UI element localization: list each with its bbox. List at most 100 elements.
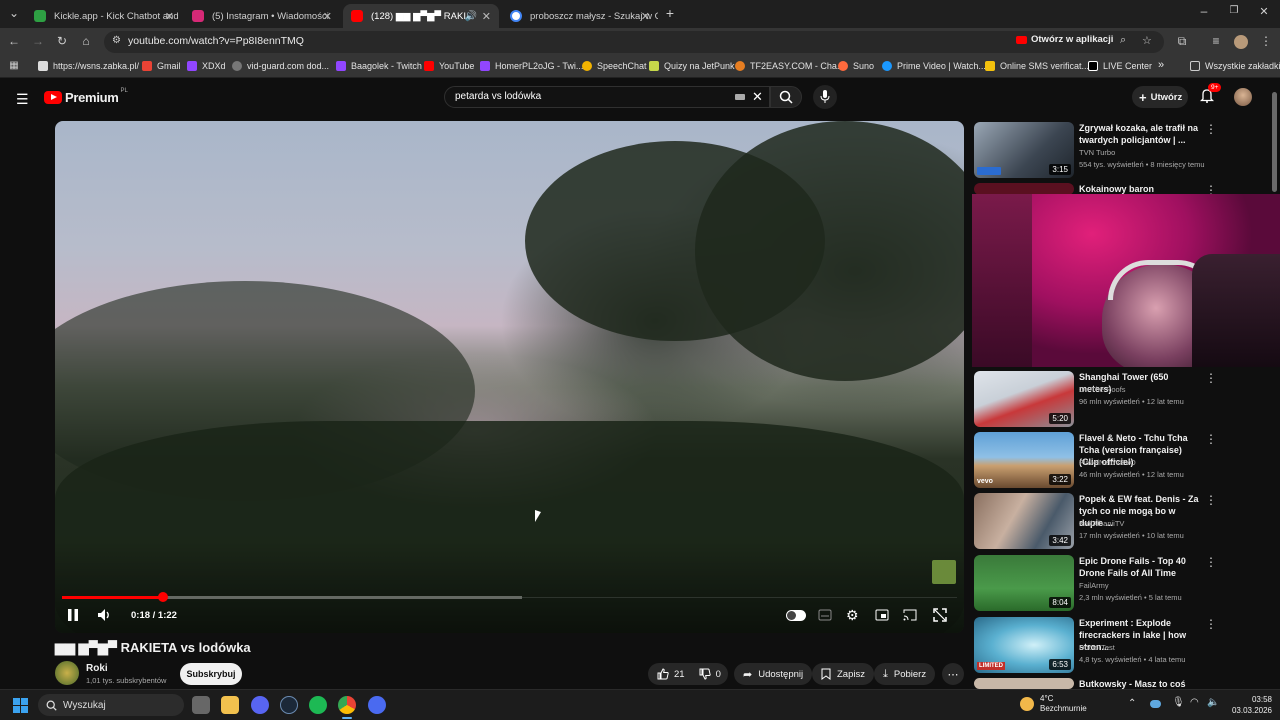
bookmark-speechchat[interactable]: SpeechChat bbox=[582, 61, 647, 71]
channel-name[interactable]: Roki bbox=[86, 663, 108, 674]
bookmark-suno[interactable]: Suno bbox=[838, 61, 874, 71]
bookmark-zabka[interactable]: https://wsns.zabka.pl/ bbox=[38, 61, 139, 71]
steam-icon[interactable] bbox=[280, 696, 298, 714]
bookmark-homer[interactable]: HomerPL2oJG - Twi... bbox=[480, 61, 583, 71]
autoplay-toggle[interactable] bbox=[786, 610, 806, 621]
recommendation-channel[interactable]: FailArmy bbox=[1079, 581, 1109, 590]
download-button[interactable]: ⤓ Pobierz bbox=[874, 663, 936, 685]
home-icon[interactable]: ⌂ bbox=[78, 34, 94, 48]
all-bookmarks-folder[interactable]: Wszystkie zakładki bbox=[1190, 61, 1280, 71]
tab-google[interactable]: proboszcz małysz - Szukaj w Go ✕ bbox=[502, 4, 658, 28]
discord-icon[interactable] bbox=[251, 696, 269, 714]
like-button[interactable]: 21 bbox=[657, 668, 685, 680]
bookmark-gmail[interactable]: Gmail bbox=[142, 61, 181, 71]
bookmark-primevideo[interactable]: Prime Video | Watch... bbox=[882, 61, 986, 71]
settings-icon[interactable]: ⚙ bbox=[846, 607, 859, 624]
fullscreen-icon[interactable] bbox=[933, 608, 947, 622]
tab-instagram[interactable]: (5) Instagram • Wiadomości ✕ bbox=[184, 4, 340, 28]
bookmark-youtube[interactable]: YouTube bbox=[424, 61, 474, 71]
task-view-icon[interactable] bbox=[192, 696, 210, 714]
new-tab-icon[interactable]: + bbox=[662, 5, 678, 21]
clear-search-icon[interactable]: ✕ bbox=[752, 89, 763, 105]
share-button[interactable]: ➦ Udostępnij bbox=[734, 663, 813, 685]
close-icon[interactable]: ✕ bbox=[641, 10, 650, 23]
cloud-icon[interactable] bbox=[1150, 700, 1161, 708]
more-options-icon[interactable]: ⋮ bbox=[1205, 493, 1217, 507]
more-options-icon[interactable]: ⋮ bbox=[1205, 432, 1217, 446]
app-icon[interactable] bbox=[368, 696, 386, 714]
back-icon[interactable]: ← bbox=[6, 34, 22, 48]
channel-avatar[interactable] bbox=[55, 661, 79, 685]
chrome-menu-icon[interactable]: ⋮ bbox=[1258, 34, 1274, 48]
file-explorer-icon[interactable] bbox=[221, 696, 239, 714]
apps-grid-icon[interactable]: ▦ bbox=[6, 60, 22, 71]
video-thumbnail[interactable] bbox=[974, 678, 1074, 689]
subscribe-button[interactable]: Subskrybuj bbox=[180, 663, 242, 685]
extensions-icon[interactable]: ⧉ bbox=[1174, 34, 1190, 49]
tab-kickle[interactable]: Kickle.app - Kick Chatbot and ✕ bbox=[26, 4, 182, 28]
video-thumbnail[interactable]: 5:20 bbox=[974, 371, 1074, 427]
list-item[interactable]: 3:15 Zgrywał kozaka, ale trafił na tward… bbox=[974, 122, 1274, 180]
recommendation-title[interactable]: Zgrywał kozaka, ale trafił na twardych p… bbox=[1079, 122, 1201, 146]
list-item[interactable]: 8:04 Epic Drone Fails - Top 40 Drone Fai… bbox=[974, 555, 1274, 613]
bookmark-vidguard[interactable]: vid-guard.com dod... bbox=[232, 61, 329, 71]
bookmark-star-icon[interactable]: ☆ bbox=[1142, 34, 1152, 47]
video-thumbnail[interactable]: 3:42 bbox=[974, 493, 1074, 549]
recommendation-channel[interactable]: KrólAlbaniiTV bbox=[1079, 519, 1124, 528]
list-item[interactable]: Butkowsky - Masz to coś bbox=[974, 678, 1274, 689]
bookmarks-overflow-icon[interactable]: » bbox=[1158, 59, 1164, 71]
minimize-icon[interactable]: – bbox=[1196, 4, 1212, 18]
tray-overflow-icon[interactable]: ⌃ bbox=[1128, 698, 1136, 709]
volume-tray-icon[interactable]: 🔈 bbox=[1207, 697, 1219, 708]
list-item[interactable]: LIMITED 6:53 Experiment : Explode firecr… bbox=[974, 617, 1274, 675]
scrollbar[interactable] bbox=[1272, 92, 1277, 192]
bookmark-live-center[interactable]: LIVE Center bbox=[1088, 61, 1152, 71]
subtitles-icon[interactable] bbox=[818, 609, 832, 621]
notifications-button[interactable]: 9+ bbox=[1200, 83, 1222, 103]
weather-widget[interactable]: 4°C Bezchmurnie bbox=[1020, 694, 1087, 714]
list-item[interactable]: 3:42 Popek & EW feat. Denis - Za tych co… bbox=[974, 493, 1274, 551]
volume-button[interactable] bbox=[97, 608, 111, 622]
spotify-icon[interactable] bbox=[309, 696, 327, 714]
progress-bar[interactable] bbox=[62, 592, 522, 602]
miniplayer-icon[interactable] bbox=[875, 609, 889, 621]
cast-icon[interactable] bbox=[903, 609, 917, 621]
tab-search-icon[interactable]: ⌄ bbox=[6, 6, 22, 20]
recommendation-title[interactable]: Butkowsky - Masz to coś bbox=[1079, 678, 1201, 689]
search-button[interactable] bbox=[770, 86, 802, 108]
bookmark-tf2easy[interactable]: TF2EASY.COM - Cha... bbox=[735, 61, 844, 71]
zoom-icon[interactable]: ⌕ bbox=[1120, 34, 1126, 47]
save-button[interactable]: Zapisz bbox=[812, 663, 874, 685]
forward-icon[interactable]: → bbox=[30, 34, 46, 48]
clock[interactable]: 03:58 03.03.2026 bbox=[1226, 694, 1272, 716]
bookmark-sms[interactable]: Online SMS verificat... bbox=[985, 61, 1089, 71]
more-options-icon[interactable]: ⋮ bbox=[1205, 371, 1217, 385]
profile-avatar[interactable] bbox=[1234, 35, 1248, 49]
voice-search-button[interactable] bbox=[813, 85, 837, 109]
more-actions-button[interactable]: ⋯ bbox=[942, 663, 964, 685]
keyboard-icon[interactable] bbox=[735, 94, 745, 100]
pause-button[interactable] bbox=[67, 608, 79, 622]
recommendation-channel[interactable]: DoctorTest bbox=[1079, 643, 1115, 652]
close-icon[interactable]: ✕ bbox=[165, 10, 174, 23]
bookmark-baagolek[interactable]: Baagolek - Twitch bbox=[336, 61, 422, 71]
media-control-icon[interactable]: ≡ bbox=[1208, 34, 1224, 48]
start-button[interactable] bbox=[13, 698, 28, 713]
recommendation-channel[interactable]: FlavelNetoVEVO bbox=[1079, 458, 1136, 467]
reload-icon[interactable]: ↻ bbox=[54, 34, 70, 48]
close-icon[interactable]: ✕ bbox=[323, 10, 332, 23]
video-thumbnail[interactable]: 3:15 bbox=[974, 122, 1074, 178]
taskbar-search-input[interactable]: Wyszukaj bbox=[38, 694, 184, 716]
speaker-icon[interactable]: 🔊 bbox=[465, 11, 477, 22]
video-thumbnail[interactable]: 8:04 bbox=[974, 555, 1074, 611]
search-input[interactable]: petarda vs lodówka ✕ bbox=[444, 86, 770, 108]
microphone-tray-icon[interactable]: 🎙 bbox=[1172, 697, 1185, 708]
recommendation-channel[interactable]: On The Roofs bbox=[1079, 385, 1126, 394]
open-in-app-button[interactable]: Otwórz w aplikacji bbox=[1016, 34, 1113, 45]
tab-youtube-active[interactable]: (128) ▆▆ ▆▀▆▀ RAKI 🔊 ✕ bbox=[343, 4, 499, 28]
site-info-icon[interactable]: ⚙ bbox=[112, 35, 121, 46]
bookmark-xdxd[interactable]: XDXd bbox=[187, 61, 226, 71]
dislike-button[interactable]: 0 bbox=[699, 668, 721, 680]
wifi-icon[interactable]: ◠ bbox=[1190, 697, 1199, 708]
video-player[interactable]: 0:18 / 1:22 ⚙ bbox=[55, 121, 964, 633]
